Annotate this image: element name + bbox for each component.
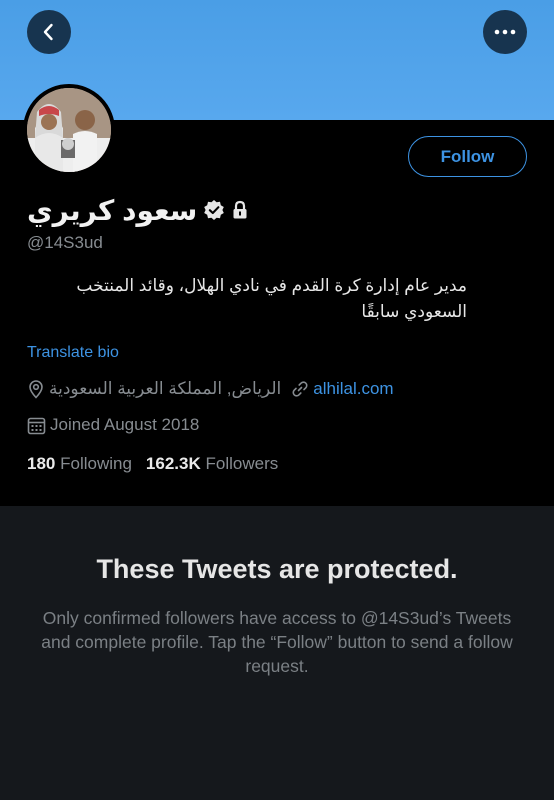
translate-bio-link[interactable]: Translate bio bbox=[27, 344, 119, 362]
following-stat[interactable]: 180 Following bbox=[27, 454, 132, 474]
protected-title: These Tweets are protected. bbox=[96, 554, 458, 584]
more-options-button[interactable] bbox=[483, 10, 527, 54]
profile-header: Follow سعود كريري @14S3ud مدير عام إدارة… bbox=[0, 84, 554, 506]
link-icon bbox=[292, 381, 308, 397]
joined-date: Joined August 2018 bbox=[50, 415, 200, 434]
follow-stats: 180 Following 162.3K Followers bbox=[27, 454, 278, 474]
display-name-row: سعود كريري bbox=[27, 190, 249, 230]
ellipsis-icon bbox=[494, 29, 516, 35]
follow-button[interactable]: Follow bbox=[408, 136, 527, 177]
location-website-row: الرياض, المملكة العربية السعودية alhilal… bbox=[27, 379, 394, 399]
verified-badge-icon bbox=[204, 200, 225, 220]
display-name: سعود كريري bbox=[27, 194, 198, 226]
followers-stat[interactable]: 162.3K Followers bbox=[146, 454, 278, 474]
lock-icon bbox=[233, 200, 247, 219]
protected-tweets-panel: These Tweets are protected. Only confirm… bbox=[0, 506, 554, 800]
username-handle: @14S3ud bbox=[27, 233, 103, 252]
profile-bio: مدير عام إدارة كرة القدم في نادي الهلال،… bbox=[76, 276, 467, 321]
calendar-icon bbox=[27, 417, 46, 434]
profile-location: الرياض, المملكة العربية السعودية bbox=[49, 379, 282, 398]
following-label: Following bbox=[60, 454, 132, 473]
avatar-photo bbox=[27, 88, 111, 172]
protected-message: Only confirmed followers have access to … bbox=[41, 608, 513, 676]
chevron-left-icon bbox=[43, 23, 53, 41]
avatar[interactable] bbox=[23, 84, 115, 176]
joined-row: Joined August 2018 bbox=[27, 415, 199, 435]
back-button[interactable] bbox=[27, 10, 71, 54]
followers-label: Followers bbox=[205, 454, 279, 473]
location-pin-icon bbox=[29, 380, 43, 399]
followers-count: 162.3K bbox=[145, 454, 201, 473]
profile-website-link[interactable]: alhilal.com bbox=[313, 379, 393, 399]
following-count: 180 bbox=[27, 454, 56, 473]
